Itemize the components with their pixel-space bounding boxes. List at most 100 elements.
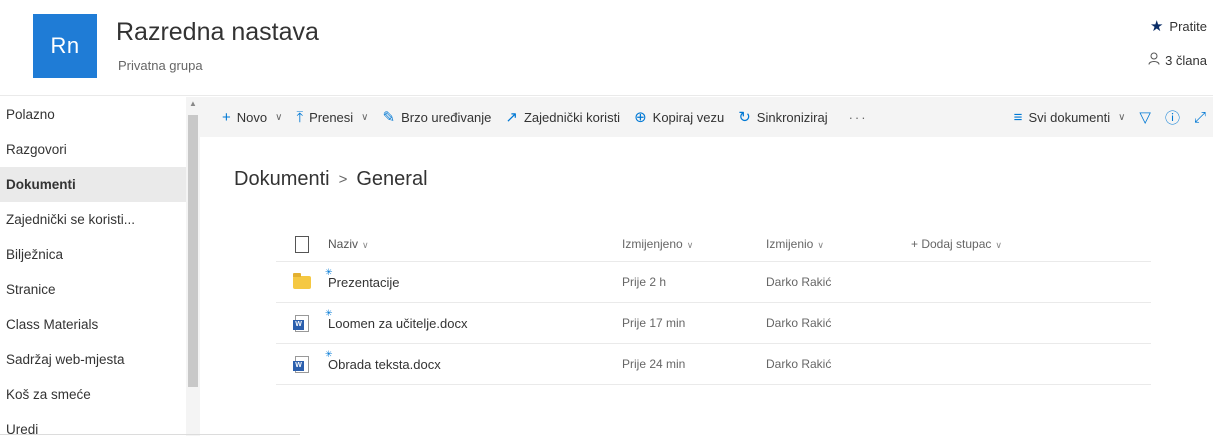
modified-cell: Prije 24 min (622, 357, 686, 371)
quick-edit-button[interactable]: ✎ Brzo uređivanje (376, 97, 499, 137)
share-icon: ↗ (505, 109, 518, 126)
chevron-down-icon: ∨ (275, 111, 283, 123)
info-icon: ⓘ (1164, 109, 1180, 127)
sync-label: Sinkroniziraj (756, 109, 828, 125)
row-icon-cell (276, 272, 328, 289)
breadcrumb-root[interactable]: Dokumenti (234, 168, 330, 191)
link-icon: ⊕ (634, 109, 647, 126)
new-item-icon: ✳ (325, 348, 333, 359)
folder-icon (293, 272, 311, 289)
scrollbar-thumb[interactable] (188, 115, 198, 387)
filter-button[interactable]: ▽ (1132, 97, 1158, 137)
chevron-down-icon: ∨ (995, 240, 1002, 250)
new-item-icon: ✳ (325, 266, 333, 277)
copy-link-label: Kopiraj vezu (652, 109, 725, 125)
row-name-cell: ✳ Prezentacije (325, 267, 622, 290)
nav-item-recycle-bin[interactable]: Koš za smeće (0, 377, 186, 412)
site-subtitle: Privatna grupa (118, 58, 203, 73)
command-bar: + Novo ∨ ⤒ Prenesi ∨ ✎ Brzo uređivanje ↗… (200, 97, 1213, 137)
file-name-link[interactable]: Prezentacije (328, 275, 400, 290)
nav-item-site-contents[interactable]: Sadržaj web-mjesta (0, 342, 186, 377)
scroll-up-icon[interactable]: ▲ (189, 99, 197, 108)
nav-item-razgovori[interactable]: Razgovori (0, 132, 186, 167)
modified-by-cell[interactable]: Darko Rakić (766, 316, 911, 330)
nav-item-edit[interactable]: Uredi (0, 412, 186, 436)
table-row[interactable]: W ✳ Loomen za učitelje.docx Prije 17 min… (276, 303, 1151, 344)
modified-cell: Prije 2 h (622, 275, 667, 289)
file-name-link[interactable]: Obrada teksta.docx (328, 357, 441, 372)
row-name-cell: ✳ Loomen za učitelje.docx (325, 308, 622, 331)
follow-label: Pratite (1169, 18, 1207, 34)
pencil-icon: ✎ (382, 109, 396, 126)
column-modified-label: Izmijenjeno (622, 237, 683, 251)
copy-link-button[interactable]: ⊕ Kopiraj vezu (627, 97, 731, 137)
sync-button[interactable]: ↻ Sinkroniziraj (731, 97, 834, 137)
column-name-label: Naziv (328, 237, 359, 251)
follow-button[interactable]: ★ Pratite (1150, 17, 1207, 35)
row-icon-cell: W (276, 355, 328, 373)
row-icon-cell: W (276, 314, 328, 332)
members-button[interactable]: 3 člana (1148, 52, 1207, 68)
upload-label: Prenesi (309, 109, 354, 125)
file-icon (295, 235, 309, 253)
star-icon: ★ (1149, 18, 1164, 35)
view-switcher[interactable]: ≡ Svi dokumenti ∨ (1007, 97, 1133, 137)
table-row[interactable]: ✳ Prezentacije Prije 2 h Darko Rakić (276, 262, 1151, 303)
chevron-down-icon: ∨ (1118, 111, 1126, 123)
nav-item-polazno[interactable]: Polazno (0, 97, 186, 132)
modified-cell: Prije 17 min (622, 316, 686, 330)
new-button[interactable]: + Novo ∨ (200, 97, 289, 137)
site-header: Rn Razredna nastava Privatna grupa ★ Pra… (0, 0, 1213, 96)
add-column-button[interactable]: + Dodaj stupac ∨ (911, 237, 1111, 251)
divider (0, 434, 300, 435)
chevron-down-icon: ∨ (686, 240, 694, 250)
nav-item-class-materials[interactable]: Class Materials (0, 307, 186, 342)
column-modified-by[interactable]: Izmijenio ∨ (766, 237, 911, 251)
document-list: Naziv ∨ Izmijenjeno ∨ Izmijenio ∨ + Dodaj s… (276, 227, 1151, 385)
nav-item-biljeznica[interactable]: Bilježnica (0, 237, 186, 272)
view-label: Svi dokumenti (1028, 109, 1111, 125)
upload-button[interactable]: ⤒ Prenesi ∨ (289, 97, 375, 137)
nav-item-shared[interactable]: Zajednički se koristi... (0, 202, 186, 237)
chevron-down-icon: ∨ (361, 111, 369, 123)
table-row[interactable]: W ✳ Obrada teksta.docx Prije 24 min Dark… (276, 344, 1151, 385)
file-name-link[interactable]: Loomen za učitelje.docx (328, 316, 467, 331)
modified-by-cell[interactable]: Darko Rakić (766, 357, 911, 371)
breadcrumb: Dokumenti > General (234, 168, 428, 191)
word-doc-icon: W (293, 314, 309, 332)
sync-icon: ↻ (738, 109, 751, 126)
modified-by-cell[interactable]: Darko Rakić (766, 275, 911, 289)
left-navigation: Polazno Razgovori Dokumenti Zajednički s… (0, 97, 200, 436)
row-name-cell: ✳ Obrada teksta.docx (325, 349, 622, 372)
column-name[interactable]: Naziv ∨ (328, 237, 622, 251)
share-label: Zajednički koristi (523, 109, 621, 125)
more-button[interactable]: ··· (835, 97, 882, 137)
filter-icon: ▽ (1139, 109, 1151, 126)
upload-icon: ⤒ (296, 108, 304, 126)
nav-item-dokumenti[interactable]: Dokumenti (0, 167, 186, 202)
list-view-icon: ≡ (1013, 108, 1023, 126)
expand-button[interactable]: ⤢ (1187, 97, 1213, 137)
quick-edit-label: Brzo uređivanje (401, 109, 492, 125)
person-icon (1148, 52, 1160, 68)
info-button[interactable]: ⓘ (1158, 97, 1187, 137)
chevron-down-icon: ∨ (362, 240, 369, 250)
breadcrumb-current[interactable]: General (356, 168, 427, 191)
nav-scrollbar[interactable]: ▲ (186, 97, 200, 436)
members-label: 3 člana (1165, 52, 1207, 68)
plus-icon: + (222, 108, 231, 126)
breadcrumb-separator: > (338, 171, 348, 188)
add-column-label: + Dodaj stupac (911, 237, 992, 251)
chevron-down-icon: ∨ (817, 240, 824, 250)
nav-item-stranice[interactable]: Stranice (0, 272, 186, 307)
expand-icon: ⤢ (1193, 108, 1206, 126)
site-logo[interactable]: Rn (33, 14, 97, 78)
new-label: Novo (236, 109, 268, 125)
column-modified[interactable]: Izmijenjeno ∨ (622, 237, 766, 251)
list-header: Naziv ∨ Izmijenjeno ∨ Izmijenio ∨ + Dodaj s… (276, 227, 1151, 262)
word-doc-icon: W (293, 355, 309, 373)
share-button[interactable]: ↗ Zajednički koristi (498, 97, 627, 137)
site-title[interactable]: Razredna nastava (116, 18, 319, 47)
file-type-header[interactable] (276, 235, 328, 253)
column-modified-by-label: Izmijenio (766, 237, 814, 251)
